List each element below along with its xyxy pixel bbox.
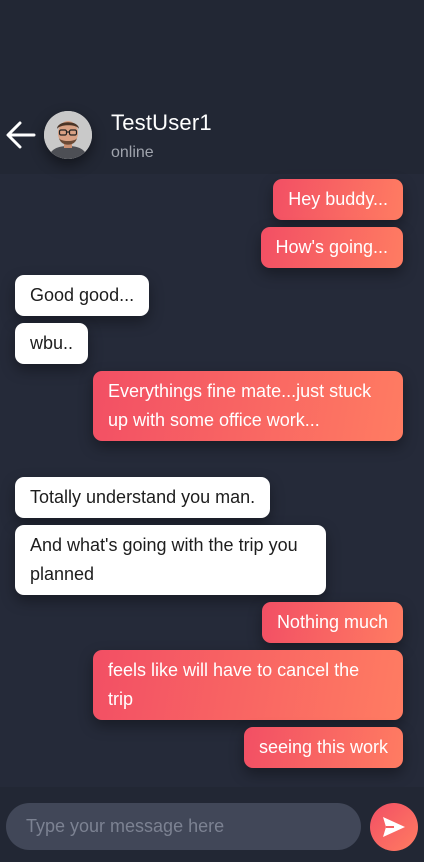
- message-composer: [0, 787, 424, 862]
- back-button[interactable]: [4, 118, 38, 152]
- message-bubble-sent: Hey buddy...: [273, 179, 403, 220]
- message-bubble-sent: feels like will have to cancel the trip: [93, 650, 403, 720]
- chat-header: TestUser1 online: [0, 0, 424, 174]
- contact-name: TestUser1: [111, 110, 212, 135]
- message-bubble-sent: Nothing much: [261, 602, 403, 643]
- message-bubble-received: Totally understand you man.: [15, 477, 271, 518]
- message-list[interactable]: Hey buddy... How's going... Good good...…: [0, 174, 424, 786]
- user-avatar-image: [44, 111, 92, 159]
- avatar[interactable]: [44, 111, 92, 159]
- message-bubble-received: wbu..: [15, 323, 89, 364]
- message-bubble-sent: seeing this work: [243, 727, 403, 768]
- message-bubble-received: Good good...: [15, 275, 150, 316]
- message-bubble-sent: Everythings fine mate...just stuck up wi…: [93, 371, 403, 441]
- message-bubble-sent: How's going...: [260, 227, 403, 268]
- send-button[interactable]: [370, 803, 418, 851]
- message-input[interactable]: [6, 803, 361, 850]
- message-bubble-received: And what's going with the trip you plann…: [15, 525, 326, 595]
- contact-status: online: [111, 144, 154, 161]
- send-icon: [383, 817, 405, 837]
- arrow-left-icon: [6, 121, 36, 149]
